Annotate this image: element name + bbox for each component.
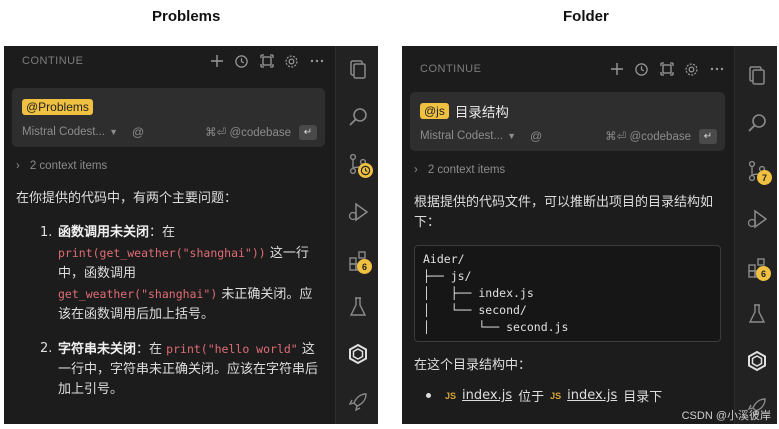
context-items[interactable]: › 2 context items bbox=[4, 147, 335, 175]
continue-icon[interactable] bbox=[347, 343, 369, 365]
testing-flask-icon[interactable] bbox=[746, 303, 768, 325]
testing-flask-icon[interactable] bbox=[347, 296, 369, 318]
fullscreen-icon[interactable] bbox=[258, 53, 275, 70]
enter-button[interactable]: ↵ bbox=[699, 128, 717, 144]
explorer-icon[interactable] bbox=[347, 58, 369, 80]
topbar: CONTINUE bbox=[402, 46, 735, 86]
model-selector[interactable]: Mistral Codest... bbox=[22, 126, 105, 138]
chevron-down-icon[interactable]: ▼ bbox=[109, 127, 118, 137]
rocket-icon[interactable] bbox=[347, 391, 369, 413]
problems-mention[interactable]: @Problems bbox=[22, 99, 93, 115]
enter-button[interactable]: ↵ bbox=[299, 124, 317, 140]
topbar: CONTINUE bbox=[4, 46, 335, 76]
js-file-icon: JS bbox=[445, 390, 457, 401]
list-item: 2. 字符串未关闭：在 print("hello world" 这一行中，字符串… bbox=[40, 341, 319, 397]
inline-code: print("hello world" bbox=[166, 342, 298, 356]
more-icon[interactable] bbox=[708, 61, 725, 78]
extensions-badge: 6 bbox=[756, 266, 771, 281]
extensions-badge: 6 bbox=[357, 259, 372, 274]
chat-input[interactable]: @Problems Mistral Codest... ▼ @ ⌘⏎ @code… bbox=[12, 88, 325, 147]
response-after: 在这个目录结构中： bbox=[414, 358, 532, 373]
file-link[interactable]: index.js bbox=[567, 388, 617, 403]
chevron-right-icon: › bbox=[16, 160, 20, 172]
at-mention-icon[interactable]: @ bbox=[530, 129, 542, 143]
panel-folder: CONTINUE @js 目录结构 Mistral Codest... ▼ @ … bbox=[402, 46, 777, 424]
code-block: Aider/ ├── js/ │ ├── index.js │ └── seco… bbox=[414, 245, 721, 342]
explorer-icon[interactable] bbox=[746, 64, 768, 86]
codebase-shortcut: ⌘⏎ @codebase bbox=[605, 131, 691, 143]
gear-icon[interactable] bbox=[683, 61, 700, 78]
response-intro: 在你提供的代码中，有两个主要问题： bbox=[16, 191, 238, 206]
caption-problems: Problems bbox=[152, 8, 221, 25]
source-control-badge: 7 bbox=[757, 170, 772, 185]
plus-icon[interactable] bbox=[608, 61, 625, 78]
search-icon[interactable] bbox=[746, 112, 768, 134]
activity-bar: 7 6 bbox=[734, 46, 777, 424]
continue-main: CONTINUE @Problems Mistral Codest... ▼ @… bbox=[4, 46, 335, 424]
gear-icon[interactable] bbox=[283, 53, 300, 70]
topbar-title: CONTINUE bbox=[420, 63, 482, 75]
chevron-right-icon: › bbox=[414, 164, 418, 176]
chevron-down-icon[interactable]: ▼ bbox=[507, 131, 516, 141]
inline-code: print(get_weather("shanghai")) bbox=[58, 246, 266, 260]
js-mention[interactable]: @js bbox=[420, 103, 449, 119]
watermark: CSDN @小溪彼岸 bbox=[681, 410, 771, 422]
at-mention-icon[interactable]: @ bbox=[132, 125, 144, 139]
chat-input[interactable]: @js 目录结构 Mistral Codest... ▼ @ ⌘⏎ @codeb… bbox=[410, 92, 725, 151]
list-item: 1. 函数调用未关闭：在 print(get_weather("shanghai… bbox=[40, 225, 313, 322]
model-selector[interactable]: Mistral Codest... bbox=[420, 130, 503, 142]
panel-problems: CONTINUE @Problems Mistral Codest... ▼ @… bbox=[4, 46, 378, 424]
search-icon[interactable] bbox=[347, 106, 369, 128]
run-debug-icon[interactable] bbox=[746, 208, 768, 230]
context-items-label: 2 context items bbox=[427, 164, 506, 176]
context-items-label: 2 context items bbox=[29, 160, 108, 172]
more-icon[interactable] bbox=[308, 53, 325, 70]
context-items[interactable]: › 2 context items bbox=[402, 151, 735, 179]
history-badge bbox=[358, 163, 373, 178]
codebase-shortcut: ⌘⏎ @codebase bbox=[205, 127, 291, 139]
js-file-icon: JS bbox=[550, 390, 562, 401]
fullscreen-icon[interactable] bbox=[658, 61, 675, 78]
plus-icon[interactable] bbox=[208, 53, 225, 70]
run-debug-icon[interactable] bbox=[347, 201, 369, 223]
history-icon[interactable] bbox=[633, 61, 650, 78]
response-intro: 根据提供的代码文件，可以推断出项目的目录结构如下： bbox=[414, 195, 714, 230]
inline-code: get_weather("shanghai") bbox=[58, 287, 218, 301]
history-icon[interactable] bbox=[233, 53, 250, 70]
activity-bar: 6 bbox=[335, 46, 378, 424]
caption-folder: Folder bbox=[563, 8, 609, 25]
bullet-dot bbox=[426, 393, 431, 398]
continue-main: CONTINUE @js 目录结构 Mistral Codest... ▼ @ … bbox=[402, 46, 735, 424]
prompt-text: 目录结构 bbox=[454, 105, 509, 120]
file-link[interactable]: index.js bbox=[462, 388, 512, 403]
list-item: JS index.js 位于 JS index.js 目录下 bbox=[402, 386, 735, 405]
continue-icon[interactable] bbox=[746, 350, 768, 372]
topbar-title: CONTINUE bbox=[22, 55, 84, 67]
